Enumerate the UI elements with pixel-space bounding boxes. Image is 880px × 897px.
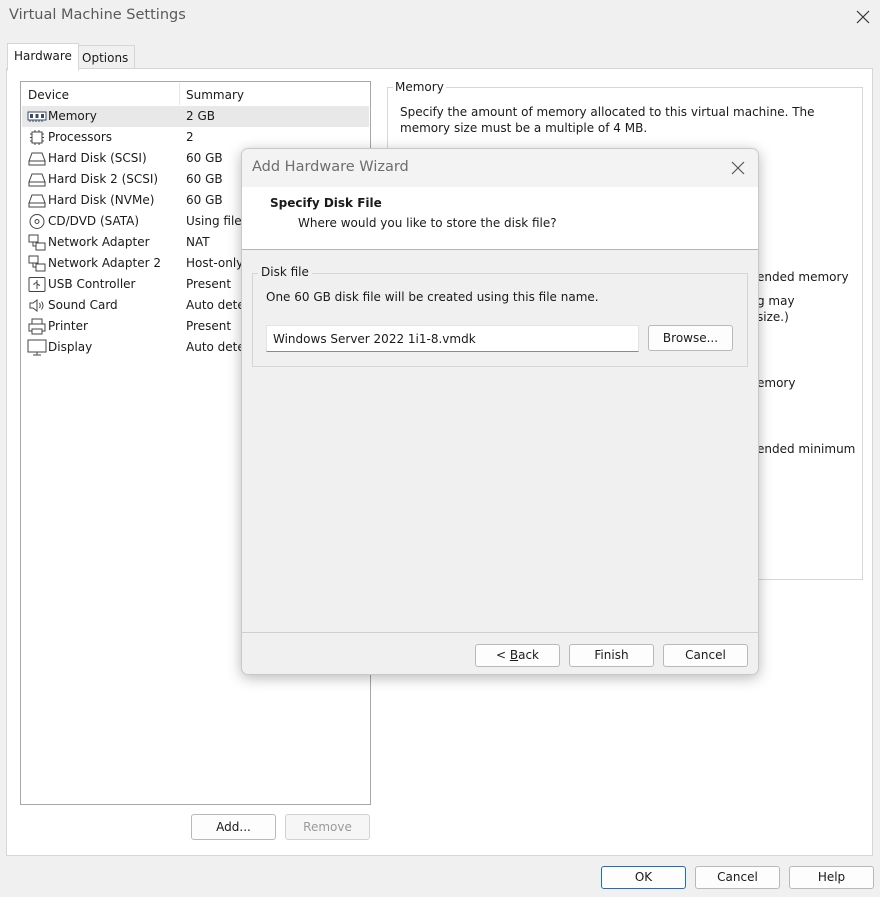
disk-file-group — [252, 273, 748, 367]
cancel-button[interactable]: Cancel — [695, 866, 780, 889]
wizard-titlebar[interactable]: Add Hardware Wizard — [242, 149, 758, 187]
device-name: Processors — [48, 130, 113, 144]
column-header-device[interactable]: Device — [28, 88, 69, 102]
device-summary: 60 GB — [186, 193, 223, 207]
back-label-access-key: B — [509, 648, 519, 662]
recommended-minimum-label: ended minimum — [757, 442, 856, 456]
disk-file-description: One 60 GB disk file will be created usin… — [266, 290, 599, 304]
wizard-header: Specify Disk File Where would you like t… — [242, 187, 758, 250]
memory-description: Specify the amount of memory allocated t… — [400, 105, 815, 135]
device-summary: 60 GB — [186, 172, 223, 186]
hard-disk-icon — [28, 173, 46, 187]
memory-group-legend: Memory — [393, 80, 446, 94]
device-name: CD/DVD (SATA) — [48, 214, 140, 228]
window-title: Virtual Machine Settings — [9, 7, 186, 23]
finish-button[interactable]: Finish — [569, 644, 654, 667]
disk-file-name-input[interactable] — [266, 325, 639, 352]
back-label-rest: ack — [518, 648, 539, 662]
back-button[interactable]: < Back — [475, 644, 560, 667]
device-summary: Host-only — [186, 256, 244, 270]
device-name: USB Controller — [48, 277, 136, 291]
device-summary: Present — [186, 319, 232, 333]
wizard-title: Add Hardware Wizard — [252, 159, 409, 175]
back-label-prefix: < — [495, 648, 510, 662]
device-summary: Auto dete — [186, 340, 245, 354]
wizard-cancel-button[interactable]: Cancel — [663, 644, 748, 667]
device-name: Network Adapter 2 — [48, 256, 161, 270]
device-name: Hard Disk (SCSI) — [48, 151, 147, 165]
wizard-step-subtitle: Where would you like to store the disk f… — [298, 216, 557, 230]
memory-note-line-1: g may — [757, 294, 795, 308]
memory-note-line-2: size.) — [757, 310, 789, 324]
device-summary: NAT — [186, 235, 210, 249]
device-summary: Using file — [186, 214, 242, 228]
device-row-processors[interactable]: Processors 2 — [22, 127, 369, 148]
column-header-summary[interactable]: Summary — [186, 88, 244, 102]
wizard-step-title: Specify Disk File — [270, 196, 382, 210]
device-name: Printer — [48, 319, 88, 333]
printer-icon — [28, 318, 46, 335]
device-name: Hard Disk 2 (SCSI) — [48, 172, 159, 186]
device-summary: 2 GB — [186, 109, 215, 123]
tab-hardware[interactable]: Hardware — [7, 43, 79, 71]
hard-disk-icon — [28, 152, 46, 166]
network-adapter-icon — [28, 234, 46, 251]
display-icon — [27, 339, 47, 356]
usb-icon — [28, 277, 46, 292]
device-row-memory[interactable]: Memory 2 GB — [22, 106, 369, 127]
processor-icon — [30, 130, 44, 145]
wizard-footer-divider — [242, 632, 758, 633]
column-divider[interactable] — [179, 83, 180, 105]
add-button[interactable]: Add... — [191, 814, 276, 840]
device-summary: Present — [186, 277, 232, 291]
help-button[interactable]: Help — [789, 866, 874, 889]
device-name: Memory — [48, 109, 97, 123]
device-name: Network Adapter — [48, 235, 150, 249]
disk-file-legend: Disk file — [258, 265, 312, 279]
device-summary: Auto dete — [186, 298, 245, 312]
device-name: Hard Disk (NVMe) — [48, 193, 155, 207]
remove-button[interactable]: Remove — [285, 814, 370, 840]
close-icon[interactable] — [852, 6, 874, 28]
max-memory-label: emory — [757, 376, 796, 390]
sound-card-icon — [29, 299, 44, 312]
add-hardware-wizard-dialog: Add Hardware Wizard Specify Disk File Wh… — [241, 148, 759, 675]
close-icon[interactable] — [728, 158, 748, 178]
hard-disk-icon — [28, 194, 46, 208]
memory-icon — [27, 111, 47, 122]
device-summary: 2 — [186, 130, 194, 144]
device-name: Display — [48, 340, 93, 354]
browse-button[interactable]: Browse... — [648, 325, 733, 351]
ok-button[interactable]: OK — [601, 866, 686, 889]
network-adapter-icon — [28, 255, 46, 272]
cd-dvd-icon — [29, 214, 45, 229]
device-name: Sound Card — [48, 298, 118, 312]
device-summary: 60 GB — [186, 151, 223, 165]
recommended-memory-label: ended memory — [757, 270, 849, 284]
